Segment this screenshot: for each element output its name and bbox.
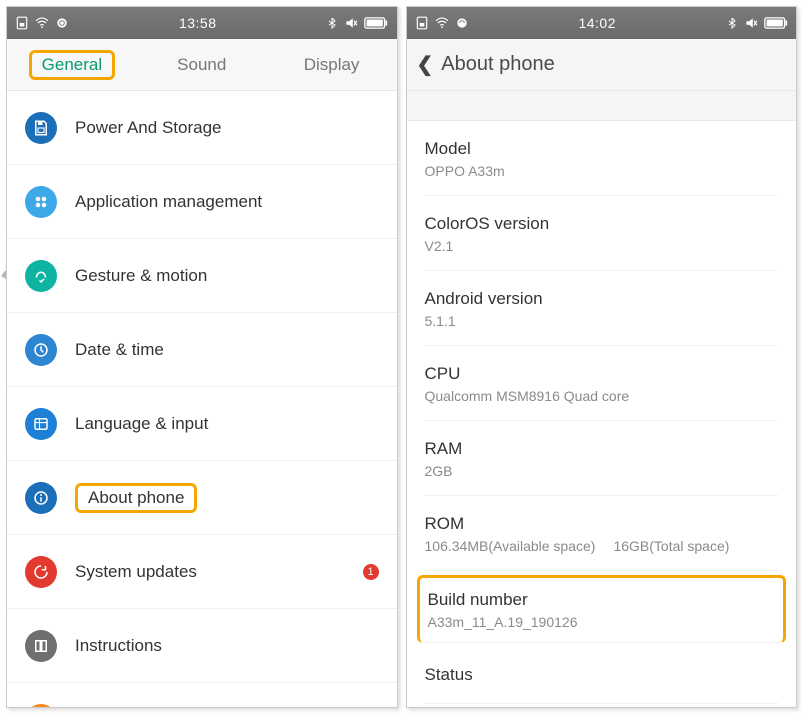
- sim-icon: [15, 16, 29, 30]
- info-key: CPU: [425, 364, 779, 384]
- info-key: ROM: [425, 514, 779, 534]
- info-item[interactable]: Status: [425, 647, 779, 704]
- info-key: Build number: [428, 590, 776, 610]
- list-item[interactable]: About phone: [7, 461, 397, 535]
- list-item-label: Date & time: [75, 340, 164, 360]
- bluetooth-icon: [726, 16, 738, 30]
- info-item[interactable]: Android version 5.1.1: [425, 271, 779, 346]
- list-item-label: About phone: [75, 483, 197, 513]
- book-icon: [25, 630, 57, 662]
- info-value: A33m_11_A.19_190126: [428, 614, 578, 630]
- info-item[interactable]: Build number A33m_11_A.19_190126: [417, 575, 787, 643]
- list-item-label: Application management: [75, 192, 262, 212]
- list-item-label: Power And Storage: [75, 118, 221, 138]
- list-item[interactable]: Power And Storage: [7, 91, 397, 165]
- list-item[interactable]: Instructions: [7, 609, 397, 683]
- info-value-secondary: 16GB(Total space): [613, 538, 729, 554]
- info-icon: [25, 482, 57, 514]
- mute-icon: [344, 16, 358, 30]
- status-time: 14:02: [578, 15, 616, 31]
- phone-right: 14:02 ❮ About phone Model OPPO A33m ColorO…: [406, 6, 798, 708]
- wifi-icon: [435, 16, 449, 30]
- battery-icon: [764, 17, 788, 29]
- clock-icon: [25, 334, 57, 366]
- sync-icon: [455, 16, 469, 30]
- info-value: 5.1.1: [425, 313, 456, 329]
- tab-display[interactable]: Display: [267, 39, 397, 90]
- list-item-label: Instructions: [75, 636, 162, 656]
- info-value: OPPO A33m: [425, 163, 505, 179]
- status-bar: 13:58: [7, 7, 397, 39]
- info-value: Qualcomm MSM8916 Quad core: [425, 388, 630, 404]
- separator: [407, 91, 797, 121]
- list-item[interactable]: Gesture & motion: [7, 239, 397, 313]
- list-item[interactable]: Language & input: [7, 387, 397, 461]
- lang-icon: [25, 408, 57, 440]
- back-icon[interactable]: ❮: [417, 52, 434, 77]
- list-item[interactable]: Application management: [7, 165, 397, 239]
- list-item-label: Language & input: [75, 414, 208, 434]
- gesture-icon: [25, 260, 57, 292]
- list-item-label: Gesture & motion: [75, 266, 207, 286]
- tabs: General Sound Display: [7, 39, 397, 91]
- wifi-icon: [35, 16, 49, 30]
- info-item[interactable]: ColorOS version V2.1: [425, 196, 779, 271]
- list-item[interactable]: Date & time: [7, 313, 397, 387]
- info-value: V2.1: [425, 238, 454, 254]
- info-key: RAM: [425, 439, 779, 459]
- info-key: Status: [425, 665, 779, 685]
- bluetooth-icon: [326, 16, 338, 30]
- info-item[interactable]: CPU Qualcomm MSM8916 Quad core: [425, 346, 779, 421]
- info-item[interactable]: Model OPPO A33m: [425, 121, 779, 196]
- sync-icon: [55, 16, 69, 30]
- phone-left: 13:58 General Sound Display Power And St…: [6, 6, 398, 708]
- settings-list: Power And Storage Application management G…: [7, 91, 397, 708]
- more-icon: [25, 704, 57, 708]
- titlebar: ❮ About phone: [407, 39, 797, 91]
- mute-icon: [744, 16, 758, 30]
- info-value: 106.34MB(Available space): [425, 538, 596, 554]
- battery-icon: [364, 17, 388, 29]
- list-item[interactable]: More: [7, 683, 397, 708]
- tab-general[interactable]: General: [7, 39, 137, 90]
- info-key: Model: [425, 139, 779, 159]
- tab-sound[interactable]: Sound: [137, 39, 267, 90]
- sim-icon: [415, 16, 429, 30]
- list-item[interactable]: System updates 1: [7, 535, 397, 609]
- update-icon: [25, 556, 57, 588]
- save-icon: [25, 112, 57, 144]
- status-bar: 14:02: [407, 7, 797, 39]
- list-item-label: System updates: [75, 562, 197, 582]
- info-item[interactable]: RAM 2GB: [425, 421, 779, 496]
- apps-icon: [25, 186, 57, 218]
- info-key: Android version: [425, 289, 779, 309]
- info-item[interactable]: ROM 106.34MB(Available space) 16GB(Total s…: [425, 496, 779, 571]
- info-key: ColorOS version: [425, 214, 779, 234]
- notification-badge: 1: [363, 564, 379, 580]
- status-time: 13:58: [179, 15, 217, 31]
- info-value: 2GB: [425, 463, 453, 479]
- page-title: About phone: [441, 53, 554, 76]
- about-list: Model OPPO A33m ColorOS version V2.1 Android…: [407, 121, 797, 704]
